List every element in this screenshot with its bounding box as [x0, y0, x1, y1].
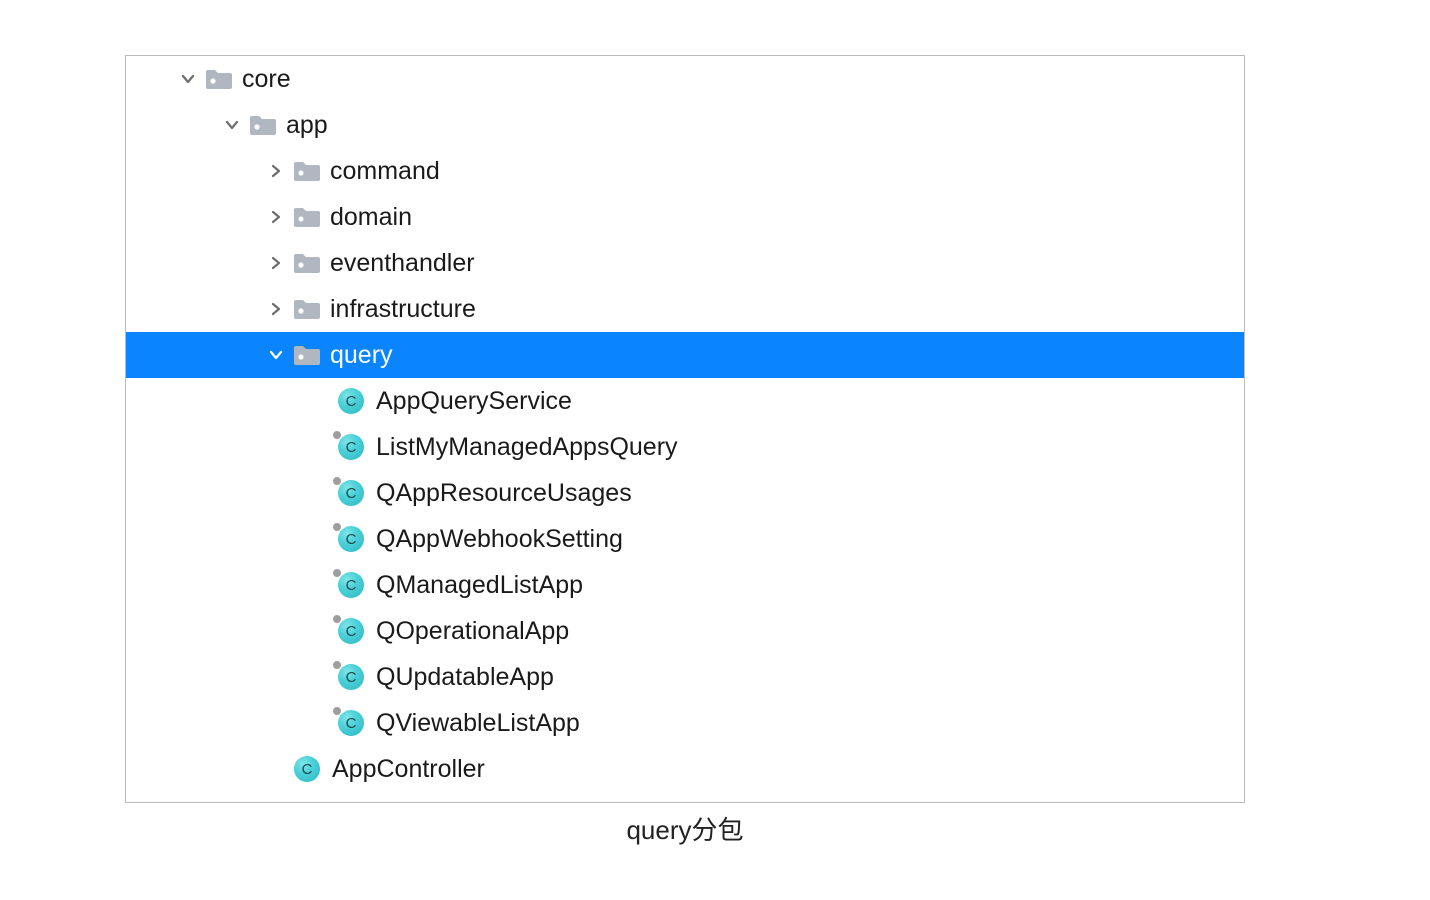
tree-class-row[interactable]: C ListMyManagedAppsQuery — [126, 424, 1244, 470]
class-icon-circle: C — [294, 756, 320, 782]
tree-item-label: QViewableListApp — [376, 709, 580, 738]
class-icon-circle: C — [338, 526, 364, 552]
tree-item-label: command — [330, 157, 440, 186]
chevron-right-icon[interactable] — [266, 301, 286, 317]
class-icon: C — [336, 526, 366, 552]
tree-folder-row[interactable]: command — [126, 148, 1244, 194]
class-icon: C — [336, 434, 366, 460]
folder-icon — [292, 252, 322, 274]
class-icon: C — [336, 388, 366, 414]
tree-folder-row[interactable]: eventhandler — [126, 240, 1244, 286]
tree-class-row[interactable]: C QOperationalApp — [126, 608, 1244, 654]
tree-item-label: QAppWebhookSetting — [376, 525, 623, 554]
project-tree-panel: core app command domain eventhandler inf… — [125, 55, 1245, 803]
tree-item-label: AppController — [332, 755, 485, 784]
chevron-right-icon[interactable] — [266, 163, 286, 179]
figure-caption: query分包 — [125, 810, 1245, 847]
tree-item-label: ListMyManagedAppsQuery — [376, 433, 678, 462]
class-icon-badge — [332, 660, 342, 670]
class-icon: C — [336, 572, 366, 598]
tree-item-label: infrastructure — [330, 295, 476, 324]
class-icon-badge — [332, 706, 342, 716]
tree-class-row[interactable]: C QAppWebhookSetting — [126, 516, 1244, 562]
chevron-down-icon[interactable] — [178, 71, 198, 87]
tree-item-label: app — [286, 111, 328, 140]
folder-icon — [292, 298, 322, 320]
class-icon: C — [336, 710, 366, 736]
tree-item-label: query — [330, 341, 393, 370]
class-icon-circle: C — [338, 434, 364, 460]
class-icon-badge — [332, 614, 342, 624]
class-icon-badge — [332, 476, 342, 486]
tree-folder-row[interactable]: query — [126, 332, 1244, 378]
tree-item-label: core — [242, 65, 291, 94]
tree-item-label: QManagedListApp — [376, 571, 583, 600]
chevron-right-icon[interactable] — [266, 209, 286, 225]
folder-icon — [292, 206, 322, 228]
class-icon-circle: C — [338, 664, 364, 690]
class-icon: C — [336, 618, 366, 644]
tree-item-label: QOperationalApp — [376, 617, 569, 646]
class-icon: C — [292, 756, 322, 782]
folder-icon — [204, 68, 234, 90]
tree-folder-row[interactable]: infrastructure — [126, 286, 1244, 332]
class-icon-badge — [332, 430, 342, 440]
folder-icon — [248, 114, 278, 136]
class-icon-badge — [332, 522, 342, 532]
class-icon: C — [336, 480, 366, 506]
class-icon-circle: C — [338, 388, 364, 414]
tree-class-row[interactable]: C QUpdatableApp — [126, 654, 1244, 700]
class-icon-circle: C — [338, 480, 364, 506]
class-icon-circle: C — [338, 710, 364, 736]
tree-class-row[interactable]: C QManagedListApp — [126, 562, 1244, 608]
class-icon-circle: C — [338, 618, 364, 644]
tree-item-label: eventhandler — [330, 249, 475, 278]
chevron-right-icon[interactable] — [266, 255, 286, 271]
class-icon-badge — [332, 568, 342, 578]
folder-icon — [292, 344, 322, 366]
folder-icon — [292, 160, 322, 182]
tree-class-row[interactable]: C QAppResourceUsages — [126, 470, 1244, 516]
tree-class-row[interactable]: C AppQueryService — [126, 378, 1244, 424]
tree-folder-row[interactable]: core — [126, 56, 1244, 102]
tree-class-row[interactable]: C QViewableListApp — [126, 700, 1244, 746]
tree-class-row[interactable]: C AppController — [126, 746, 1244, 792]
tree-item-label: domain — [330, 203, 412, 232]
tree-folder-row[interactable]: domain — [126, 194, 1244, 240]
tree-item-label: QAppResourceUsages — [376, 479, 632, 508]
class-icon: C — [336, 664, 366, 690]
chevron-down-icon[interactable] — [222, 117, 242, 133]
tree-folder-row[interactable]: app — [126, 102, 1244, 148]
chevron-down-icon[interactable] — [266, 347, 286, 363]
class-icon-circle: C — [338, 572, 364, 598]
tree-item-label: QUpdatableApp — [376, 663, 554, 692]
tree-item-label: AppQueryService — [376, 387, 572, 416]
